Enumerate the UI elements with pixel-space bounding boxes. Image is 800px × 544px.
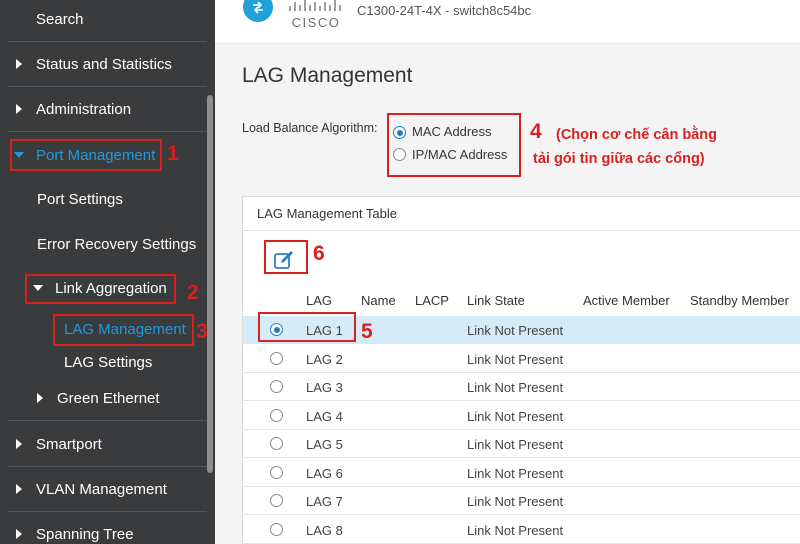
annotation-number: 3 (196, 320, 208, 343)
link-state-cell: Link Not Present (467, 494, 564, 509)
arrows-icon (253, 1, 263, 14)
header-bar: CISCO C1300-24T-4X - switch8c54bc (215, 0, 800, 44)
cisco-logo-text: CISCO (292, 15, 341, 30)
table-row[interactable]: LAG 6 Link Not Present (243, 459, 800, 487)
table-row[interactable]: LAG 2 Link Not Present (243, 345, 800, 373)
table-row[interactable]: LAG 4 Link Not Present (243, 402, 800, 430)
sidebar-item-status[interactable]: Status and Statistics (16, 53, 215, 75)
sidebar: Search Status and Statistics Administrat… (0, 0, 215, 544)
sidebar-item-label: Error Recovery Settings (37, 235, 197, 253)
sidebar-divider (8, 86, 207, 87)
row-select-radio[interactable] (270, 409, 283, 422)
sidebar-divider (8, 466, 207, 467)
sidebar-item-label: Smartport (36, 435, 102, 453)
sidebar-scrollbar[interactable] (207, 95, 213, 473)
row-select-radio[interactable] (270, 523, 283, 536)
table-row[interactable]: LAG 7 Link Not Present (243, 487, 800, 515)
sidebar-search[interactable]: Search (36, 8, 215, 30)
lag-cell: LAG 4 (306, 409, 343, 424)
sidebar-item-smartport[interactable]: Smartport (16, 433, 215, 455)
annotation-box-edit (264, 240, 308, 274)
annotation-box-port-management (10, 139, 162, 171)
row-select-radio[interactable] (270, 466, 283, 479)
link-state-cell: Link Not Present (467, 466, 564, 481)
sidebar-item-vlan-management[interactable]: VLAN Management (16, 478, 215, 500)
column-header-active-member: Active Member (583, 293, 670, 308)
link-state-cell: Link Not Present (467, 523, 564, 538)
sidebar-item-label: Green Ethernet (57, 389, 160, 407)
column-header-name: Name (361, 293, 396, 308)
table-title: LAG Management Table (257, 206, 397, 221)
link-state-cell: Link Not Present (467, 323, 564, 338)
load-balance-label: Load Balance Algorithm: (242, 121, 378, 135)
column-header-standby-member: Standby Member (690, 293, 789, 308)
caret-right-icon (16, 529, 22, 539)
annotation-number: 4 (530, 120, 542, 143)
row-select-radio[interactable] (270, 352, 283, 365)
caret-right-icon (16, 439, 22, 449)
table-row[interactable]: LAG 5 Link Not Present (243, 430, 800, 458)
table-row[interactable]: LAG 8 Link Not Present (243, 516, 800, 544)
link-state-cell: Link Not Present (467, 380, 564, 395)
annotation-note-line2: tải gói tin giữa các cổng) (533, 151, 705, 167)
link-state-cell: Link Not Present (467, 352, 564, 367)
caret-right-icon (16, 104, 22, 114)
row-select-radio[interactable] (270, 494, 283, 507)
annotation-number: 6 (313, 242, 325, 265)
lag-cell: LAG 8 (306, 523, 343, 538)
lag-cell: LAG 7 (306, 494, 343, 509)
page-title: LAG Management (242, 64, 413, 87)
row-select-radio[interactable] (270, 437, 283, 450)
lag-cell: LAG 5 (306, 437, 343, 452)
table-row[interactable]: LAG 3 Link Not Present (243, 373, 800, 401)
sidebar-item-error-recovery[interactable]: Error Recovery Settings (37, 233, 215, 255)
cisco-circle-icon[interactable] (243, 0, 273, 22)
caret-right-icon (16, 59, 22, 69)
cisco-logo: CISCO (289, 0, 341, 30)
sidebar-item-green-ethernet[interactable]: Green Ethernet (37, 387, 215, 409)
annotation-number: 5 (361, 320, 373, 343)
annotation-box-lag-management (53, 314, 194, 346)
column-header-lag: LAG (306, 293, 333, 308)
column-header-link-state: Link State (467, 293, 525, 308)
table-divider (243, 230, 800, 231)
sidebar-divider (8, 420, 207, 421)
annotation-number: 2 (187, 281, 199, 304)
annotation-box-link-aggregation (25, 274, 176, 304)
sidebar-divider (8, 511, 207, 512)
caret-right-icon (16, 484, 22, 494)
sidebar-item-label: Administration (36, 100, 132, 118)
sidebar-divider (8, 131, 207, 132)
annotation-box-lag1 (258, 312, 356, 342)
sidebar-item-label: LAG Settings (64, 353, 153, 371)
sidebar-item-label: VLAN Management (36, 480, 167, 498)
lag-management-table: LAG Management Table LAG Name LACP Link … (242, 196, 800, 544)
annotation-number: 1 (167, 142, 179, 165)
sidebar-item-label: Status and Statistics (36, 55, 172, 73)
row-select-radio[interactable] (270, 380, 283, 393)
sidebar-divider (8, 41, 207, 42)
sidebar-item-label: Port Settings (37, 190, 123, 208)
link-state-cell: Link Not Present (467, 437, 564, 452)
annotation-box-load-balance (387, 113, 521, 177)
lag-cell: LAG 3 (306, 380, 343, 395)
link-state-cell: Link Not Present (467, 409, 564, 424)
sidebar-item-label: Spanning Tree (36, 525, 134, 543)
caret-right-icon (37, 393, 43, 403)
lag-cell: LAG 6 (306, 466, 343, 481)
sidebar-search-label: Search (36, 10, 84, 28)
sidebar-item-spanning-tree[interactable]: Spanning Tree (16, 523, 215, 544)
sidebar-item-administration[interactable]: Administration (16, 98, 215, 120)
lag-cell: LAG 2 (306, 352, 343, 367)
device-title: C1300-24T-4X - switch8c54bc (357, 3, 532, 18)
sidebar-item-lag-settings[interactable]: LAG Settings (64, 351, 215, 373)
annotation-note-line1: (Chọn cơ chế cân bằng (556, 127, 717, 143)
sidebar-item-port-settings[interactable]: Port Settings (37, 188, 215, 210)
column-header-lacp: LACP (415, 293, 449, 308)
